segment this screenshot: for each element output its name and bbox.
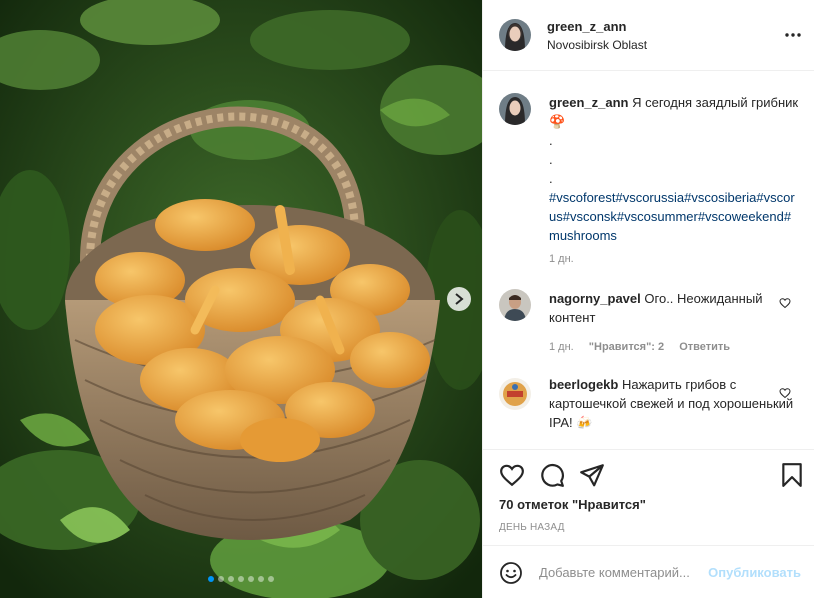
comment-text: beerlogekb Нажарить грибов с картошечкой… (549, 375, 799, 432)
comment-like-icon[interactable] (779, 387, 791, 399)
comment-like-icon[interactable] (779, 297, 791, 309)
caption-body: Я сегодня заядлый грибник (632, 95, 799, 110)
post-actions: 70 отметок "Нравится" ДЕНЬ НАЗАД (483, 449, 814, 545)
mushroom-emoji: 🍄 (549, 114, 566, 129)
bookmark-icon[interactable] (779, 462, 805, 488)
carousel-dot (218, 576, 224, 582)
carousel-dot (208, 576, 214, 582)
post-header: green_z_ann Novosibirsk Oblast (483, 0, 814, 71)
comment-reply-button[interactable]: Ответить (679, 341, 730, 353)
caption-text: green_z_ann Я сегодня заядлый грибник 🍄 … (549, 93, 799, 245)
carousel-dot (258, 576, 264, 582)
more-horizontal-icon[interactable] (783, 26, 803, 44)
comment-icon[interactable] (539, 462, 565, 488)
smiley-icon[interactable] (499, 561, 523, 585)
caption-avatar[interactable] (499, 93, 531, 125)
comment-meta: 1 дн. "Нравится": 2 Ответить (549, 341, 742, 353)
chevron-right-icon (455, 293, 464, 305)
beer-emoji: 🍻 (576, 415, 593, 430)
likes-count[interactable]: 70 отметок "Нравится" (499, 497, 646, 512)
carousel-dot (248, 576, 254, 582)
carousel-dot (268, 576, 274, 582)
share-icon[interactable] (579, 462, 605, 488)
publish-button[interactable]: Опубликовать (708, 565, 801, 580)
caption-username[interactable]: green_z_ann (549, 95, 628, 110)
caption-line: . (549, 152, 553, 167)
carousel-dot (228, 576, 234, 582)
post-photo[interactable] (0, 0, 482, 598)
caption-line: . (549, 171, 553, 186)
author-avatar[interactable] (499, 19, 531, 51)
commenter-avatar[interactable] (499, 289, 531, 321)
mushroom-basket-photo (0, 0, 482, 598)
comment-text: nagorny_pavel Ого.. Неожиданный контент (549, 289, 799, 327)
carousel-next-button[interactable] (447, 287, 471, 311)
instagram-post: green_z_ann Novosibirsk Oblast green_z_a… (0, 0, 814, 598)
post-location[interactable]: Novosibirsk Oblast (547, 38, 647, 52)
caption-meta: 1 дн. (549, 253, 586, 265)
comment-username[interactable]: beerlogekb (549, 377, 618, 392)
caption-time[interactable]: 1 дн. (549, 253, 574, 265)
comment-likes[interactable]: "Нравится": 2 (589, 341, 664, 353)
post-date[interactable]: ДЕНЬ НАЗАД (499, 522, 565, 533)
comment-input[interactable] (539, 560, 707, 584)
comment-username[interactable]: nagorny_pavel (549, 291, 641, 306)
heart-icon[interactable] (499, 462, 525, 488)
caption-line: . (549, 133, 553, 148)
comment-composer: Опубликовать (483, 545, 814, 598)
comment-time[interactable]: 1 дн. (549, 341, 574, 353)
comments-list: green_z_ann Я сегодня заядлый грибник 🍄 … (483, 71, 814, 449)
commenter-avatar[interactable] (499, 378, 531, 410)
carousel-dot (238, 576, 244, 582)
carousel-indicator (0, 576, 482, 582)
caption-hashtags[interactable]: #vscoforest#vscorussia#vscosiberia#vscor… (549, 190, 795, 243)
post-side-panel: green_z_ann Novosibirsk Oblast green_z_a… (482, 0, 814, 598)
author-username[interactable]: green_z_ann (547, 19, 626, 34)
